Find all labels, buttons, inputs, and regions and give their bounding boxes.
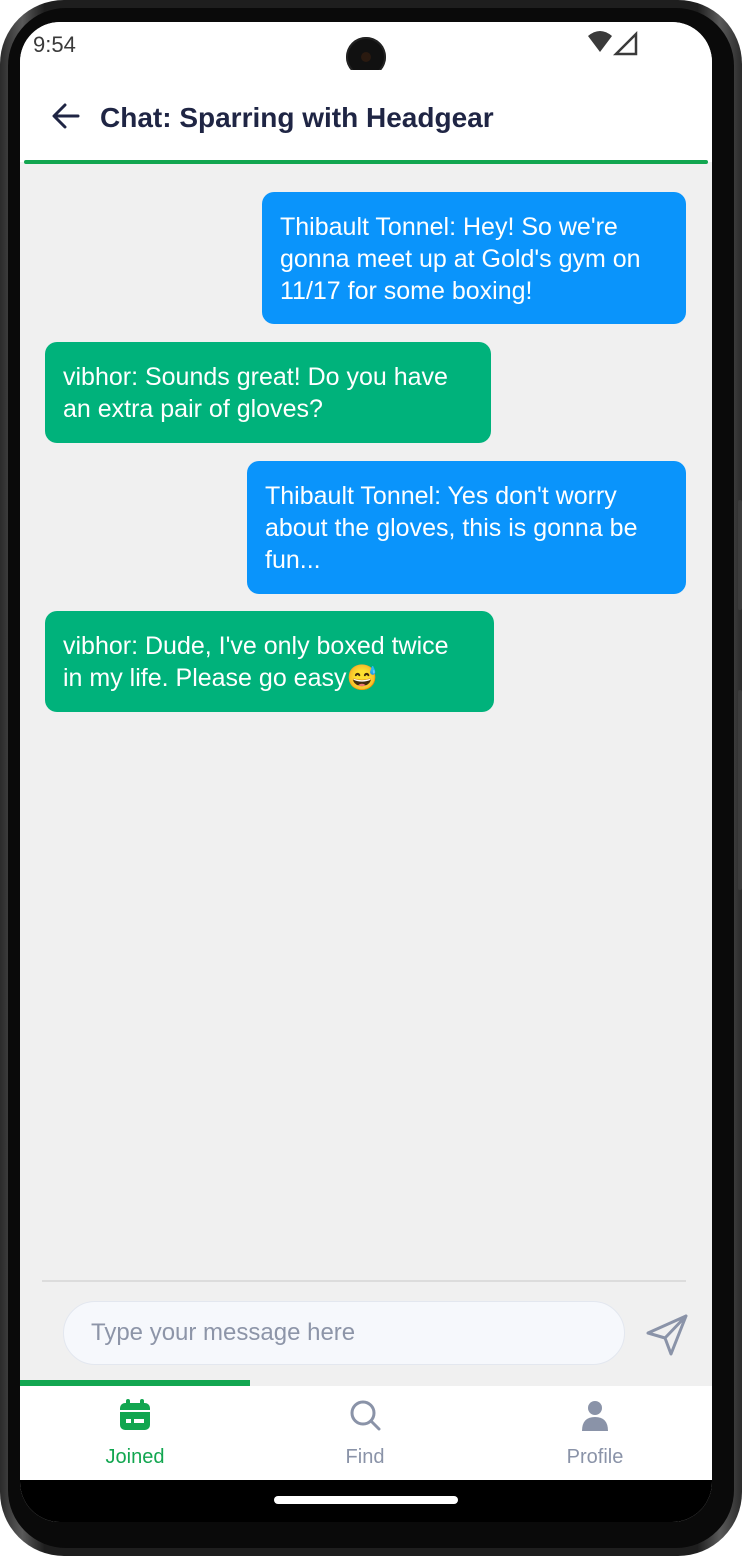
message-line: vibhor: Sounds great! Do you have — [63, 363, 448, 391]
message-line: Thibault Tonnel: Yes don't worry — [265, 482, 617, 510]
message-line: in my life. Please go easy😅 — [63, 664, 378, 692]
message-bubble-incoming: vibhor: Sounds great! Do you have an ext… — [45, 342, 491, 443]
tab-label: Joined — [105, 1446, 165, 1468]
tab-profile[interactable]: Profile — [480, 1386, 710, 1480]
message-line: fun... — [265, 546, 321, 574]
status-time: 9:54 — [33, 32, 76, 57]
message-line: 11/17 for some boxing! — [280, 277, 533, 305]
app-screen: 9:54 Chat: Sparring with Headgear Thibau… — [20, 22, 712, 1522]
status-icons — [588, 30, 638, 56]
message-input-container — [63, 1301, 625, 1365]
signal-icon — [612, 30, 638, 56]
volume-button — [738, 500, 742, 610]
message-line: Thibault Tonnel: Hey! So we're — [280, 213, 618, 241]
send-icon[interactable] — [644, 1312, 690, 1358]
search-icon — [350, 1400, 381, 1431]
tab-joined[interactable]: Joined — [20, 1386, 250, 1480]
status-bar: 9:54 — [20, 22, 712, 77]
page-title: Chat: Sparring with Headgear — [100, 102, 494, 133]
message-bubble-outgoing: Thibault Tonnel: Yes don't worry about t… — [247, 461, 686, 594]
tab-label: Profile — [566, 1446, 624, 1468]
composer-divider — [42, 1280, 686, 1282]
tab-label: Find — [345, 1446, 385, 1468]
message-line: vibhor: Dude, I've only boxed twice — [63, 632, 449, 660]
home-indicator[interactable] — [274, 1496, 458, 1504]
message-bubble-outgoing: Thibault Tonnel: Hey! So we're gonna mee… — [262, 192, 686, 324]
person-icon — [582, 1401, 608, 1431]
message-input[interactable] — [91, 1302, 591, 1364]
tab-find[interactable]: Find — [250, 1386, 480, 1480]
calendar-icon — [120, 1399, 150, 1430]
power-button — [738, 690, 742, 890]
message-line: about the gloves, this is gonna be — [265, 514, 638, 542]
message-line: an extra pair of gloves? — [63, 395, 323, 423]
system-nav-bar — [20, 1480, 712, 1522]
message-list: Thibault Tonnel: Hey! So we're gonna mee… — [20, 164, 712, 1276]
bottom-tab-bar: Joined Find Profile — [20, 1386, 712, 1480]
back-arrow-icon[interactable] — [48, 98, 84, 134]
chat-header: Chat: Sparring with Headgear — [20, 70, 712, 162]
message-bubble-incoming: vibhor: Dude, I've only boxed twice in m… — [45, 611, 494, 712]
message-line: gonna meet up at Gold's gym on — [280, 245, 641, 273]
wifi-icon — [588, 31, 612, 52]
